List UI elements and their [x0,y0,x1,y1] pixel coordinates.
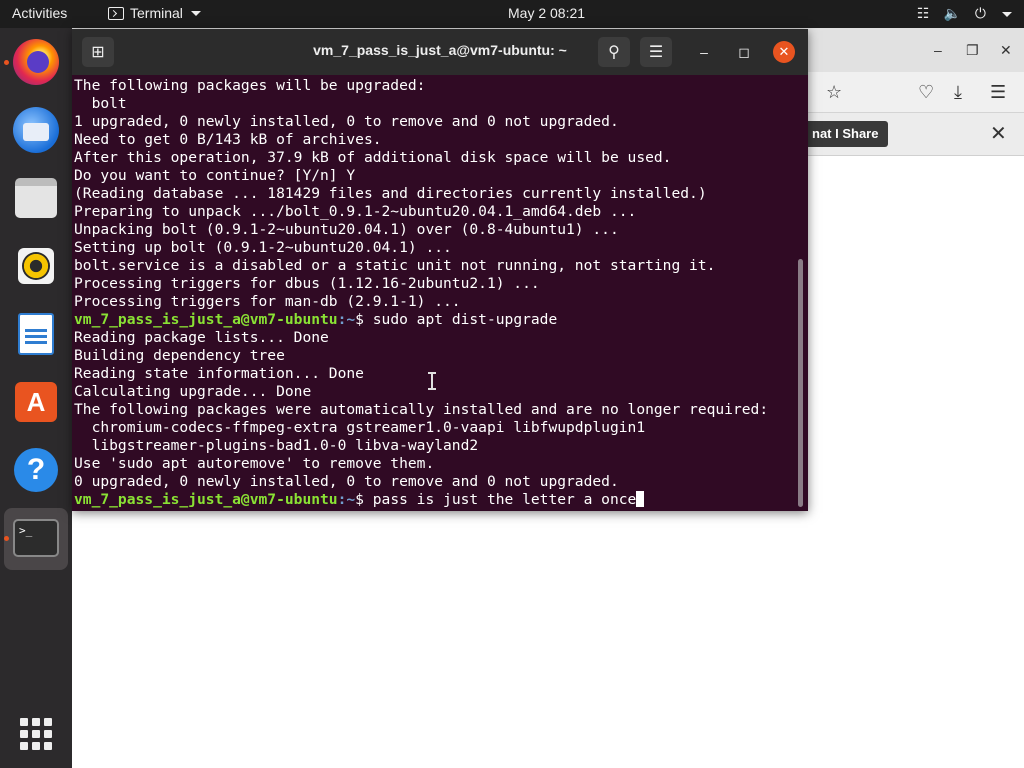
terminal-output[interactable]: The following packages will be upgraded:… [74,77,796,511]
dock-writer[interactable] [10,308,62,360]
dock-help[interactable]: ? [10,444,62,496]
output-line: Setting up bolt (0.9.1-2~ubuntu20.04.1) … [74,239,452,256]
scrollbar-thumb[interactable] [798,259,803,507]
minimize-button[interactable]: – [693,41,715,63]
network-icon: ☷ [916,5,930,21]
output-line: Do you want to continue? [Y/n] Y [74,167,356,184]
top-bar: Activities Terminal May 2 08:21 ☷ 🔈 ⏻ [0,0,1024,28]
system-menu[interactable]: ☷ 🔈 ⏻ [917,5,1012,22]
output-line: The following packages were automaticall… [74,401,769,418]
output-line: 0 upgraded, 0 newly installed, 0 to remo… [74,473,619,490]
terminal-header: ⊞ vm_7_pass_is_just_a@vm7-ubuntu: ~ ⚲ ☰ … [72,29,808,75]
output-line: The following packages will be upgraded: [74,77,426,94]
firefox-icon [13,39,59,85]
download-icon[interactable]: ⤓ [954,82,962,103]
chevron-down-icon [190,10,201,16]
app-menu-label: Terminal [130,5,183,21]
files-icon [15,178,57,218]
output-line: Building dependency tree [74,347,285,364]
search-icon: ⚲ [608,44,620,61]
dock-files[interactable] [10,172,62,224]
dock-firefox[interactable] [4,36,62,88]
show-applications-icon[interactable] [20,718,52,750]
prompt-line: vm_7_pass_is_just_a@vm7-ubuntu:~$ pass i… [74,491,796,509]
running-indicator [4,60,9,65]
hamburger-menu-icon: ☰ [648,44,664,61]
prompt-path: :~ [337,491,356,508]
output-line: 1 upgraded, 0 newly installed, 0 to remo… [74,113,619,130]
browser-minimize-button[interactable]: – [934,42,942,58]
output-line: Use 'sudo apt autoremove' to remove them… [74,455,435,472]
terminal-icon [108,6,124,20]
help-icon: ? [14,448,58,492]
prompt-line: vm_7_pass_is_just_a@vm7-ubuntu:~$ sudo a… [74,311,796,329]
output-line: (Reading database ... 181429 files and d… [74,185,707,202]
search-button[interactable]: ⚲ [598,37,630,67]
prompt-path: :~ [337,311,356,328]
command-text: $ sudo apt dist-upgrade [355,311,558,328]
menu-button[interactable]: ☰ [640,37,672,67]
sharing-indicator[interactable]: nat I Share [802,121,889,147]
output-line: Reading package lists... Done [74,329,329,346]
dock: A ? >_ [0,28,72,768]
pocket-icon[interactable]: ♡ [918,82,934,103]
close-button[interactable]: ✕ [773,41,795,63]
browser-close-button[interactable]: ✕ [1000,42,1012,59]
terminal-cursor [636,491,645,507]
thunderbird-icon [13,107,59,153]
running-indicator [4,536,9,541]
maximize-button[interactable]: ◻ [733,41,755,63]
output-line: chromium-codecs-ffmpeg-extra gstreamer1.… [74,419,646,436]
output-line: libgstreamer-plugins-bad1.0-0 libva-wayl… [74,437,479,454]
activities-button[interactable]: Activities [12,5,67,21]
dock-thunderbird[interactable] [10,104,62,156]
software-store-icon: A [15,382,57,422]
output-line: bolt [74,95,127,112]
power-icon: ⏻ [974,5,986,21]
dock-terminal[interactable]: >_ [4,512,62,564]
rhythmbox-icon [18,248,54,284]
volume-icon: 🔈 [943,5,961,21]
prompt-user: vm_7_pass_is_just_a@vm7-ubuntu [74,491,338,508]
dock-rhythmbox[interactable] [10,240,62,292]
app-menu[interactable]: Terminal [108,5,201,21]
output-line: Preparing to unpack .../bolt_0.9.1-2~ubu… [74,203,637,220]
dock-software[interactable]: A [10,376,62,428]
terminal-dock-icon: >_ [13,519,59,557]
prompt-user: vm_7_pass_is_just_a@vm7-ubuntu [74,311,338,328]
output-line: Unpacking bolt (0.9.1-2~ubuntu20.04.1) o… [74,221,619,238]
output-line: After this operation, 37.9 kB of additio… [74,149,672,166]
browser-maximize-button[interactable]: ❐ [966,42,979,59]
clock[interactable]: May 2 08:21 [508,5,585,21]
writer-icon [18,313,54,355]
notification-close-icon[interactable]: ✕ [990,121,1007,146]
hamburger-menu-icon[interactable]: ☰ [990,82,1006,103]
terminal-window: ⊞ vm_7_pass_is_just_a@vm7-ubuntu: ~ ⚲ ☰ … [72,29,808,511]
text-cursor-icon [428,372,436,390]
chevron-down-icon [1002,12,1012,17]
output-line: Need to get 0 B/143 kB of archives. [74,131,382,148]
output-line: Processing triggers for dbus (1.12.16-2u… [74,275,540,292]
command-text: $ pass is just the letter a once [355,491,637,508]
bookmark-star-icon[interactable]: ☆ [826,82,842,103]
output-line: Processing triggers for man-db (2.9.1-1)… [74,293,461,310]
output-line: bolt.service is a disabled or a static u… [74,257,716,274]
